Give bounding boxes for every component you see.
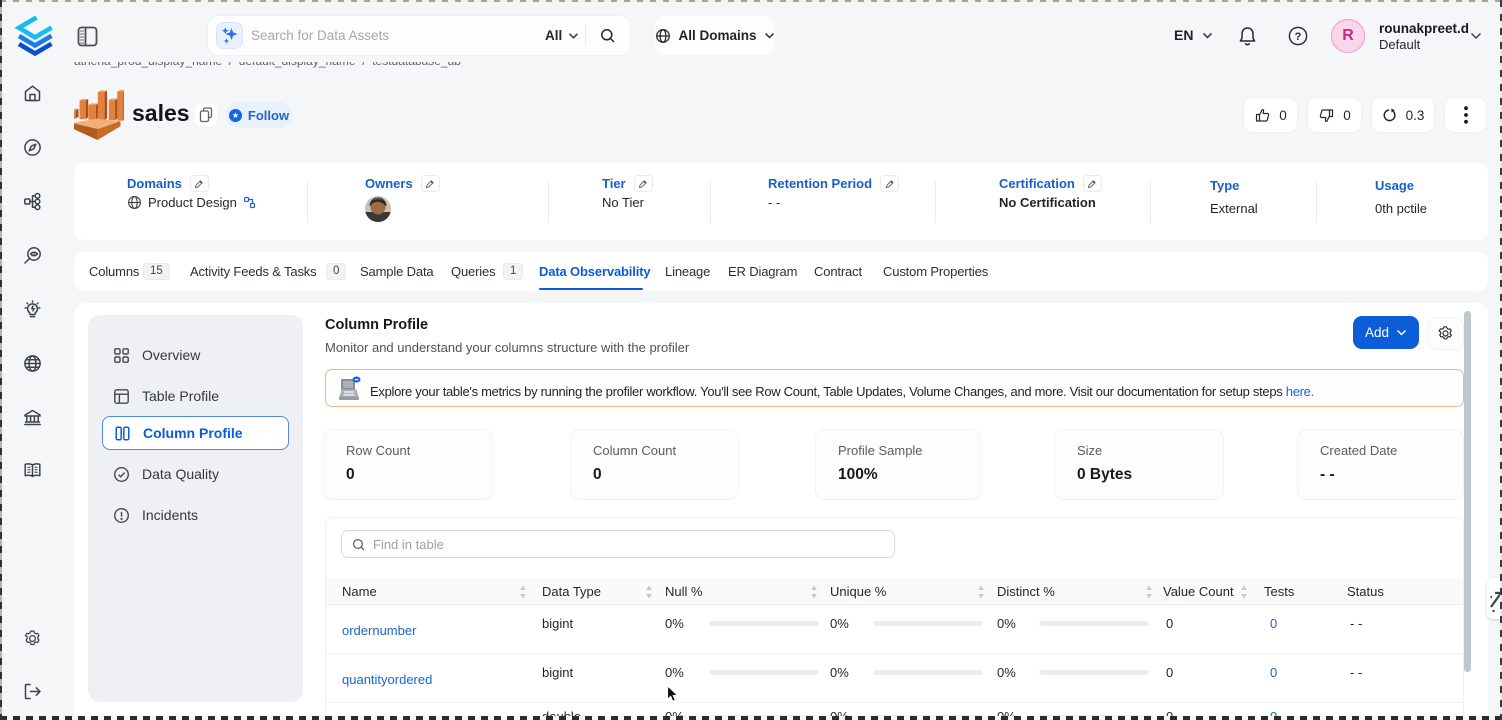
svg-text:?: ?: [1295, 31, 1302, 43]
